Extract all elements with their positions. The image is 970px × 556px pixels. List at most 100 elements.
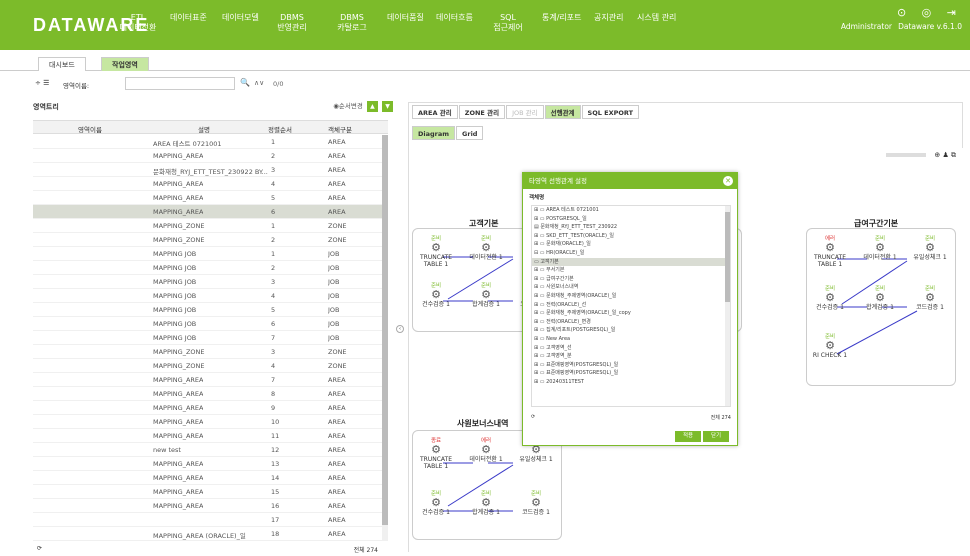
- menu-data-standard[interactable]: 데이터표준: [170, 13, 207, 23]
- menu-data-flow[interactable]: 데이터흐름: [436, 13, 473, 23]
- expand-collapse-icon[interactable]: ÷ ☰: [35, 79, 49, 87]
- node-convert[interactable]: 에러 ⚙ 데이터전환 1: [463, 436, 509, 463]
- move-down-button[interactable]: ▼: [382, 101, 393, 112]
- menu-dbms-catalog[interactable]: DBMS 카탈로그: [332, 13, 372, 33]
- tree-row[interactable]: ⊞▭ 문화재(ORACLE)_일MAPPING_AREA5AREA: [33, 191, 388, 205]
- search-nav-icon[interactable]: ∧∨: [254, 79, 264, 87]
- tree-row[interactable]: ⊞▭ POSTGRESQL_일MAPPING_AREA2AREA: [33, 149, 388, 163]
- tab-dashboard[interactable]: 대시보드: [38, 57, 86, 71]
- tree-row[interactable]: ▤ 유일성체크 1MAPPING JOB3JOB: [33, 275, 388, 289]
- tab-zone-manage[interactable]: ZONE 관리: [458, 105, 506, 119]
- dialog-tree-item[interactable]: ⊞ ▭ AREA 테스트 0721001: [532, 206, 730, 215]
- tree-row[interactable]: ▤ RI CHECK 1MAPPING JOB7JOB: [33, 331, 388, 345]
- tree-row[interactable]: ⊞▭ 전력(ORACLE)_선MAPPING_AREA8AREA: [33, 387, 388, 401]
- node-truncate[interactable]: 준비 ⚙ TRUNCATE TABLE 1: [413, 234, 459, 268]
- menu-data-quality[interactable]: 데이터품질: [387, 13, 424, 23]
- tab-precedence[interactable]: 선행관계: [544, 105, 581, 119]
- tree-row[interactable]: ▤ TRUNCATE TABLE 1MAPPING JOB1JOB: [33, 247, 388, 261]
- header-area-name[interactable]: 영역이름: [78, 124, 102, 134]
- tree-row[interactable]: ⊞▭ AREA 테스트 0721001AREA 테스트 07210011AREA: [33, 135, 388, 149]
- dialog-tree-item[interactable]: ⊟ ▭ HR(ORACLE)_일: [532, 249, 730, 258]
- dialog-scroll-thumb[interactable]: [725, 212, 730, 302]
- dialog-tree-item[interactable]: ⊞ ▭ 문화재청_주제영역(ORACLE)_일_copy: [532, 309, 730, 318]
- dialog-tree-item[interactable]: ⊞ ▭ 급여구간기본: [532, 275, 730, 284]
- close-icon[interactable]: ✕: [723, 176, 733, 186]
- header-description[interactable]: 설명: [198, 124, 210, 134]
- tree-row[interactable]: ▤ 코드검증 1MAPPING JOB6JOB: [33, 317, 388, 331]
- node-convert[interactable]: 준비 ⚙ 데이터전환 1: [463, 234, 509, 261]
- menu-stats-report[interactable]: 통계/리포트: [542, 13, 582, 23]
- node-code[interactable]: 준비⚙코드검증 1: [513, 489, 559, 516]
- tree-row[interactable]: ⊞▭ 20240311TEST17AREA: [33, 513, 388, 527]
- header-sort-order[interactable]: 정렬순서: [268, 124, 292, 134]
- dialog-tree-item[interactable]: ⊞ ▭ 표준매핑영역(POSTGRESQL)_일: [532, 369, 730, 378]
- menu-system[interactable]: 시스템 관리: [637, 13, 676, 23]
- group-salary[interactable]: 에러 ⚙ TRUNCATE TABLE 1 준비 ⚙ 데이터전환 1 준비 ⚙ 유일성체크 …: [806, 228, 956, 386]
- tree-row[interactable]: ⊞▭ SKD_ETT_TEST(ORACLE)_일MAPPING_AREA4AR…: [33, 177, 388, 191]
- tree-row[interactable]: ⊞▭ 문화재청_주제영역(ORACLE)_MAPPING_AREA9AREA: [33, 401, 388, 415]
- tree-row[interactable]: ⊞▭ 사원보너스내역MAPPING_ZONE4ZONE: [33, 359, 388, 373]
- dialog-tree-item[interactable]: ⊞ ▭ POSTGRESQL_일: [532, 215, 730, 224]
- apply-button[interactable]: 적용: [675, 431, 702, 442]
- tab-sql-export[interactable]: SQL EXPORT: [581, 105, 640, 119]
- tree-row[interactable]: ▤ 합계검증 1MAPPING JOB5JOB: [33, 303, 388, 317]
- zoom-tools-icons[interactable]: ⊕ ♟ ⧉: [934, 151, 956, 159]
- dialog-tree-item[interactable]: ⊞ ▭ 고객영역_선: [532, 344, 730, 353]
- tree-row[interactable]: ▤ 건수검증 1MAPPING JOB4JOB: [33, 289, 388, 303]
- tree-row[interactable]: ⊞▭ 고객영역_분MAPPING_AREA14AREA: [33, 471, 388, 485]
- node-ri-check[interactable]: 준비⚙RI CHECK 1: [807, 332, 853, 359]
- dialog-tree-item[interactable]: ⊞ ▭ 고객영역_분: [532, 352, 730, 361]
- refresh-icon[interactable]: ⟳: [37, 545, 42, 552]
- subtab-diagram[interactable]: Diagram: [412, 126, 456, 140]
- tree-row[interactable]: ⊞▭ 전력(ORACLE)_변경MAPPING_AREA10AREA: [33, 415, 388, 429]
- collapse-panel-handle[interactable]: ‹: [396, 325, 404, 333]
- menu-dbms-deploy[interactable]: DBMS 반영관리: [272, 13, 312, 33]
- dialog-tree-item[interactable]: ⊞ ▭ 전력(ORACLE)_선: [532, 301, 730, 310]
- node-count[interactable]: 준비 ⚙ 건수검증 1: [413, 489, 459, 516]
- dialog-tree-item[interactable]: ▭ 고객기본: [532, 257, 730, 267]
- tree-row[interactable]: ⊞▭ 테스트_2403MAPPING_AREA (ORACLE)_일18AREA: [33, 527, 388, 541]
- dialog-tree-item[interactable]: ⊞ ▭ 표준매핑영역(POSTGRESQL)_일: [532, 361, 730, 370]
- menu-data-model[interactable]: 데이터모델: [222, 13, 259, 23]
- node-unique[interactable]: 준비⚙유일성체크 1: [907, 234, 953, 261]
- menu-sql-access[interactable]: SQL 접근제어: [488, 13, 528, 33]
- node-convert[interactable]: 준비 ⚙ 데이터전환 1: [857, 234, 903, 261]
- dialog-scrollbar[interactable]: [725, 206, 730, 406]
- node-count[interactable]: 준비 ⚙ 건수검증 1: [807, 284, 853, 311]
- tree-row[interactable]: ▤ 데이터전환 1MAPPING JOB2JOB: [33, 261, 388, 275]
- dialog-tree-item[interactable]: ⊞ ▭ 집계/리포트(POSTGRESQL)_일: [532, 326, 730, 335]
- node-sum[interactable]: 준비 ⚙ 합계검증 1: [463, 281, 509, 308]
- move-up-button[interactable]: ▲: [366, 101, 378, 112]
- tab-area-manage[interactable]: AREA 관리: [412, 105, 458, 119]
- tree-row[interactable]: ⊟▭ 부서기본MAPPING_ZONE2ZONE: [33, 233, 388, 247]
- tree-row[interactable]: ⊞▭ New Areanew test12AREA: [33, 443, 388, 457]
- tree-row[interactable]: ⊞▭ 고객기본MAPPING_ZONE1ZONE: [33, 219, 388, 233]
- area-search-input[interactable]: [125, 77, 235, 90]
- node-code[interactable]: 준비⚙코드검증 1: [907, 284, 953, 311]
- tree-row[interactable]: ▤ 문화재청_RYJ_ETT_TEST_230문화재청_RYJ_ETT_TEST…: [33, 163, 388, 177]
- dialog-tree-item[interactable]: ⊞ ▭ 20240311TEST: [532, 378, 730, 387]
- subtab-grid[interactable]: Grid: [456, 126, 484, 140]
- tree-row[interactable]: ⊞▭ 표준매핑영역(POSTGRESQL)_MAPPING_AREA16AREA: [33, 499, 388, 513]
- node-sum[interactable]: 준비 ⚙ 합계검증 1: [463, 489, 509, 516]
- search-icon[interactable]: 🔍: [240, 78, 250, 87]
- node-truncate[interactable]: 종료 ⚙ TRUNCATE TABLE 1: [413, 436, 459, 470]
- dialog-tree-item[interactable]: ▤ 문화재청_RYJ_ETT_TEST_230922: [532, 223, 730, 232]
- dialog-tree-item[interactable]: ⊞ ▭ 사원보너스내역: [532, 283, 730, 292]
- refresh-icon[interactable]: ⟳: [531, 414, 535, 420]
- dialog-tree-item[interactable]: ⊞ ▭ 문화재(ORACLE)_일: [532, 240, 730, 249]
- close-button[interactable]: 닫기: [703, 431, 730, 442]
- menu-notice[interactable]: 공지관리: [594, 13, 623, 23]
- group-bonus[interactable]: 종료⚙TRUNCATE TABLE 1 에러⚙데이터전환 1 준비⚙유일성체크 …: [412, 430, 562, 540]
- tree-row[interactable]: ⊞▭ 표준매핑영역(POSTGRESQL)_MAPPING_AREA15AREA: [33, 485, 388, 499]
- dialog-tree-item[interactable]: ⊞ ▭ 전력(ORACLE)_변경: [532, 318, 730, 327]
- dialog-tree-item[interactable]: ⊞ ▭ 문화재청_주제영역(ORACLE)_일: [532, 292, 730, 301]
- tree-row[interactable]: ⊞▭ 문화재청_주제영역(ORACLE)_MAPPING_AREA7AREA: [33, 373, 388, 387]
- dialog-tree-item[interactable]: ⊞ ▭ New Area: [532, 335, 730, 344]
- node-truncate[interactable]: 에러 ⚙ TRUNCATE TABLE 1: [807, 234, 853, 268]
- tree-row[interactable]: ⊞▭ 집계/리포트(POSTGRESQL)_일MAPPING_AREA11ARE…: [33, 429, 388, 443]
- menu-etl[interactable]: ETL 데이터전환: [118, 13, 158, 33]
- user-settings-logout-icons[interactable]: ⊙ ◎ ⇥: [897, 6, 962, 19]
- dialog-tree-item[interactable]: ⊞ ▭ 부서기본: [532, 266, 730, 275]
- tree-row[interactable]: ⊞▭ 고객영역_선MAPPING_AREA13AREA: [33, 457, 388, 471]
